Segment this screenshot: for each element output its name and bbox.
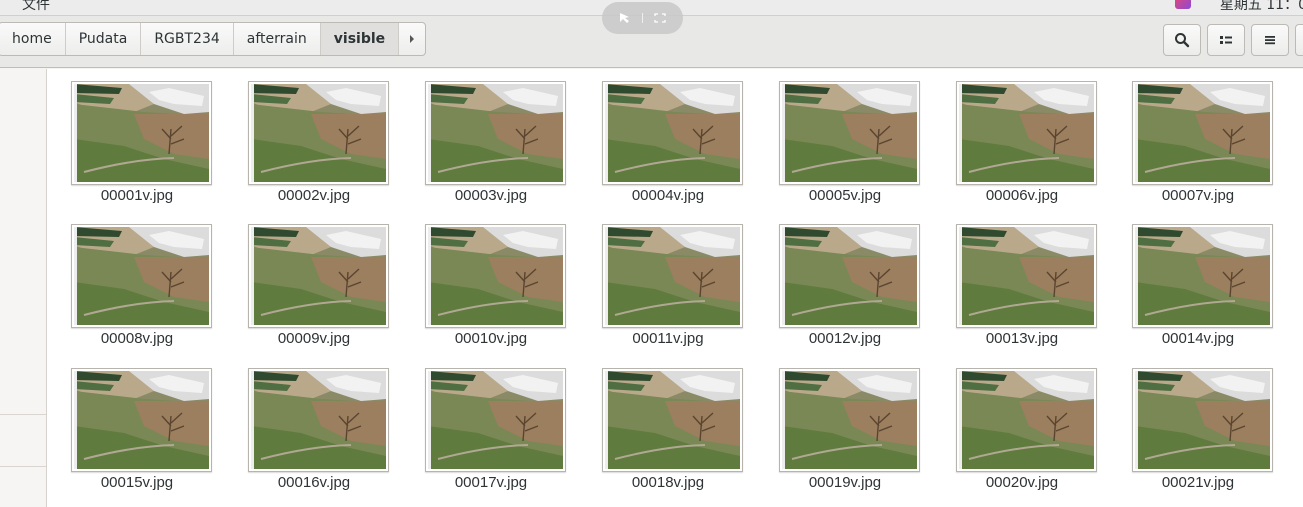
- sidebar-divider: [0, 414, 46, 415]
- file-name: 00015v.jpg: [100, 474, 174, 491]
- image-thumbnail: [71, 368, 212, 472]
- image-thumbnail: [425, 368, 566, 472]
- sidebar-divider: [0, 466, 46, 467]
- file-item[interactable]: 00016v.jpg: [224, 356, 400, 494]
- path-forward-button[interactable]: [399, 23, 425, 55]
- image-thumbnail: [71, 224, 212, 328]
- image-thumbnail: [248, 368, 389, 472]
- file-name: 00012v.jpg: [808, 330, 882, 347]
- file-name: 00018v.jpg: [631, 474, 705, 491]
- extra-button[interactable]: [1295, 24, 1303, 56]
- file-item[interactable]: 00004v.jpg: [578, 69, 754, 207]
- search-button[interactable]: [1163, 24, 1201, 56]
- file-name: 00007v.jpg: [1161, 187, 1235, 204]
- file-grid: 00001v.jpg 00002v.jpg 00003v.jpg 00004v.jpg…: [47, 69, 1303, 507]
- file-name: 00006v.jpg: [985, 187, 1059, 204]
- file-name: 00002v.jpg: [277, 187, 351, 204]
- file-item[interactable]: 00019v.jpg: [755, 356, 931, 494]
- breadcrumb-home[interactable]: home: [0, 23, 66, 55]
- image-thumbnail: [602, 81, 743, 185]
- image-thumbnail: [779, 368, 920, 472]
- search-icon: [1175, 33, 1190, 48]
- file-name: 00011v.jpg: [632, 330, 704, 347]
- image-thumbnail: [602, 368, 743, 472]
- image-thumbnail: [1132, 368, 1273, 472]
- breadcrumb-rgbt234[interactable]: RGBT234: [141, 23, 234, 55]
- view-toggle-button[interactable]: [1207, 24, 1245, 56]
- file-name: 00020v.jpg: [985, 474, 1059, 491]
- app-menu[interactable]: 文件: [22, 0, 50, 14]
- file-item[interactable]: 00006v.jpg: [932, 69, 1108, 207]
- file-item[interactable]: 00010v.jpg: [401, 212, 577, 350]
- image-thumbnail: [956, 224, 1097, 328]
- file-item[interactable]: 00007v.jpg: [1108, 69, 1284, 207]
- file-item[interactable]: 00003v.jpg: [401, 69, 577, 207]
- file-name: 00001v.jpg: [100, 187, 174, 204]
- file-name: 00021v.jpg: [1161, 474, 1235, 491]
- image-thumbnail: [1132, 81, 1273, 185]
- file-item[interactable]: 00011v.jpg: [578, 212, 754, 350]
- file-item[interactable]: 00005v.jpg: [755, 69, 931, 207]
- file-name: 00009v.jpg: [277, 330, 351, 347]
- file-item[interactable]: 00014v.jpg: [1108, 212, 1284, 350]
- file-item[interactable]: 00018v.jpg: [578, 356, 754, 494]
- breadcrumb-visible[interactable]: visible: [320, 23, 400, 55]
- file-item[interactable]: 00013v.jpg: [932, 212, 1108, 350]
- file-name: 00003v.jpg: [454, 187, 528, 204]
- image-thumbnail: [779, 224, 920, 328]
- breadcrumb-pudata[interactable]: Pudata: [66, 23, 142, 55]
- file-item[interactable]: 00015v.jpg: [47, 356, 223, 494]
- file-item[interactable]: 00009v.jpg: [224, 212, 400, 350]
- file-name: 00010v.jpg: [454, 330, 528, 347]
- path-bar: home Pudata RGBT234 afterrain visible: [0, 22, 427, 56]
- menu-button[interactable]: [1251, 24, 1289, 56]
- image-thumbnail: [602, 224, 743, 328]
- image-thumbnail: [956, 368, 1097, 472]
- list-view-icon: [1220, 36, 1232, 44]
- image-thumbnail: [779, 81, 920, 185]
- remote-control-overlay[interactable]: [602, 2, 683, 34]
- file-item[interactable]: 00021v.jpg: [1108, 356, 1284, 494]
- clock[interactable]: 星期五 11：0: [1220, 0, 1303, 14]
- file-item[interactable]: 00002v.jpg: [224, 69, 400, 207]
- file-name: 00008v.jpg: [100, 330, 174, 347]
- file-item[interactable]: 00001v.jpg: [47, 69, 223, 207]
- file-item[interactable]: 00020v.jpg: [932, 356, 1108, 494]
- file-item[interactable]: 00017v.jpg: [401, 356, 577, 494]
- file-name: 00019v.jpg: [808, 474, 882, 491]
- file-name: 00005v.jpg: [808, 187, 882, 204]
- file-name: 00014v.jpg: [1161, 330, 1235, 347]
- image-thumbnail: [248, 81, 389, 185]
- tray-app-icon[interactable]: [1175, 0, 1191, 9]
- chevron-right-icon: [410, 35, 415, 43]
- sidebar: [0, 69, 47, 507]
- image-thumbnail: [1132, 224, 1273, 328]
- pointer-icon: [620, 13, 629, 23]
- image-thumbnail: [248, 224, 389, 328]
- file-name: 00013v.jpg: [985, 330, 1059, 347]
- breadcrumb-afterrain[interactable]: afterrain: [234, 23, 321, 55]
- image-thumbnail: [425, 81, 566, 185]
- hamburger-menu-icon: [1265, 36, 1275, 45]
- fullscreen-icon: [654, 13, 666, 23]
- image-thumbnail: [956, 81, 1097, 185]
- image-thumbnail: [71, 81, 212, 185]
- file-item[interactable]: 00012v.jpg: [755, 212, 931, 350]
- image-thumbnail: [425, 224, 566, 328]
- file-item[interactable]: 00008v.jpg: [47, 212, 223, 350]
- file-name: 00016v.jpg: [277, 474, 351, 491]
- file-name: 00017v.jpg: [454, 474, 528, 491]
- file-name: 00004v.jpg: [631, 187, 705, 204]
